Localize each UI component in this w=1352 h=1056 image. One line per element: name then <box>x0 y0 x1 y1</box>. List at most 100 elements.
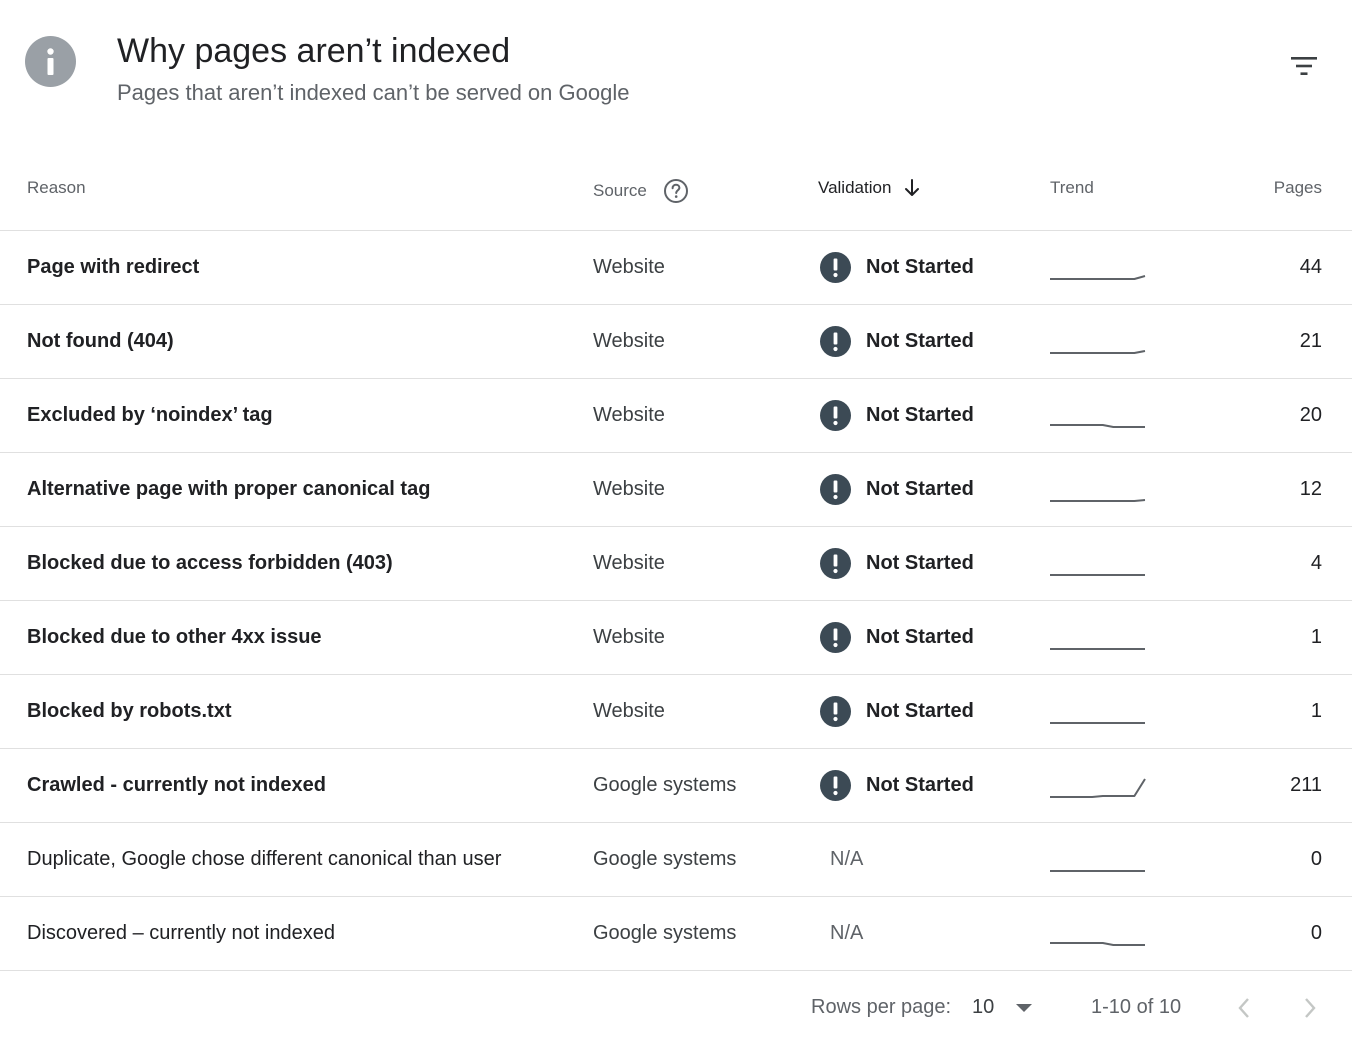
table-row[interactable]: Blocked by robots.txt Website Not Started 1 <box>0 675 1352 749</box>
source-cell: Website <box>593 700 665 722</box>
trend-cell <box>1049 453 1146 526</box>
exclamation-icon <box>820 400 851 431</box>
help-circle-icon[interactable] <box>663 178 689 204</box>
validation-cell: Not Started <box>820 675 974 748</box>
validation-status: Not Started <box>866 478 974 500</box>
source-cell: Google systems <box>593 922 737 944</box>
filter-icon <box>1291 57 1317 75</box>
next-page-button[interactable] <box>1292 990 1328 1026</box>
pagination-range: 1-10 of 10 <box>1091 996 1182 1018</box>
validation-cell: Not Started <box>820 527 974 600</box>
reason-cell: Blocked due to access forbidden (403) <box>27 552 393 574</box>
pages-count: 21 <box>1299 330 1322 352</box>
validation-cell: Not Started <box>820 379 974 452</box>
trend-sparkline <box>1050 869 1145 872</box>
validation-status: Not Started <box>866 774 974 796</box>
validation-cell: Not Started <box>820 231 974 304</box>
exclamation-icon <box>820 474 851 505</box>
source-cell: Website <box>593 626 665 648</box>
exclamation-icon <box>820 622 851 653</box>
pages-count: 0 <box>1310 848 1322 870</box>
exclamation-icon <box>820 326 851 357</box>
validation-cell: Not Started <box>820 601 974 674</box>
rows-per-page-select[interactable]: 10 <box>972 996 1034 1019</box>
validation-status: N/A <box>830 922 864 944</box>
reason-cell: Page with redirect <box>27 256 200 278</box>
validation-status: Not Started <box>866 330 974 352</box>
column-header-reason[interactable]: Reason <box>27 178 86 198</box>
trend-sparkline <box>1050 647 1145 650</box>
table-row[interactable]: Not found (404) Website Not Started 21 <box>0 305 1352 379</box>
rows-per-page-value: 10 <box>972 996 995 1018</box>
rows-per-page-label: Rows per page: <box>811 996 952 1018</box>
trend-cell <box>1049 601 1146 674</box>
column-header-source[interactable]: Source <box>593 178 689 204</box>
exclamation-icon <box>820 548 851 579</box>
reason-cell: Alternative page with proper canonical t… <box>27 478 431 500</box>
pages-count: 20 <box>1299 404 1322 426</box>
page-subtitle: Pages that aren’t indexed can’t be serve… <box>117 80 630 105</box>
validation-status: Not Started <box>866 700 974 722</box>
reason-cell: Duplicate, Google chose different canoni… <box>27 848 502 870</box>
validation-status: Not Started <box>866 552 974 574</box>
table-row[interactable]: Duplicate, Google chose different canoni… <box>0 823 1352 897</box>
table-row[interactable]: Blocked due to other 4xx issue Website Not… <box>0 601 1352 675</box>
reason-cell: Blocked by robots.txt <box>27 700 232 722</box>
trend-cell <box>1049 675 1146 748</box>
validation-cell: N/A <box>820 897 863 970</box>
trend-cell <box>1049 527 1146 600</box>
table-pagination: Rows per page: 10 1-10 of 10 <box>0 976 1352 1036</box>
table-row[interactable]: Page with redirect Website Not Started 44 <box>0 231 1352 305</box>
chevron-right-icon <box>1305 998 1316 1018</box>
table-row[interactable]: Crawled - currently not indexed Google sy… <box>0 749 1352 823</box>
source-cell: Google systems <box>593 774 737 796</box>
filter-button[interactable] <box>1284 46 1324 86</box>
exclamation-icon <box>820 252 851 283</box>
trend-sparkline <box>1050 721 1145 724</box>
reason-cell: Excluded by ‘noindex’ tag <box>27 404 273 426</box>
trend-cell <box>1049 823 1146 896</box>
validation-cell: Not Started <box>820 749 974 822</box>
pages-count: 0 <box>1310 922 1322 944</box>
source-cell: Website <box>593 256 665 278</box>
column-header-pages[interactable]: Pages <box>1274 178 1322 198</box>
table-row[interactable]: Discovered – currently not indexed Google… <box>0 897 1352 971</box>
trend-cell <box>1049 305 1146 378</box>
source-cell: Website <box>593 552 665 574</box>
exclamation-icon <box>820 696 851 727</box>
trend-sparkline <box>1050 573 1145 576</box>
source-cell: Google systems <box>593 848 737 870</box>
chevron-left-icon <box>1238 998 1249 1018</box>
page-header: Why pages aren’t indexed Pages that aren… <box>0 0 1352 140</box>
table-row[interactable]: Excluded by ‘noindex’ tag Website Not Star… <box>0 379 1352 453</box>
reason-cell: Crawled - currently not indexed <box>27 774 326 796</box>
validation-status: N/A <box>830 848 864 870</box>
page-title: Why pages aren’t indexed <box>117 32 511 70</box>
column-header-trend: Trend <box>1050 178 1094 197</box>
source-cell: Website <box>593 404 665 426</box>
table-row[interactable]: Alternative page with proper canonical t… <box>0 453 1352 527</box>
reason-cell: Not found (404) <box>27 330 174 352</box>
reason-cell: Discovered – currently not indexed <box>27 922 335 944</box>
validation-status: Not Started <box>866 404 974 426</box>
pages-count: 4 <box>1310 552 1322 574</box>
reasons-table: Reason Source Validation Trend Pages Pag… <box>0 150 1352 971</box>
caret-down-icon <box>1016 1003 1033 1012</box>
previous-page-button[interactable] <box>1226 990 1262 1026</box>
pages-count: 1 <box>1310 700 1322 722</box>
table-row[interactable]: Blocked due to access forbidden (403) Web… <box>0 527 1352 601</box>
info-icon <box>25 36 76 87</box>
validation-cell: N/A <box>820 823 863 896</box>
trend-sparkline <box>1050 423 1145 428</box>
arrow-down-icon <box>905 179 920 196</box>
validation-cell: Not Started <box>820 305 974 378</box>
reason-cell: Blocked due to other 4xx issue <box>27 626 322 648</box>
exclamation-icon <box>820 770 851 801</box>
validation-cell: Not Started <box>820 453 974 526</box>
pages-count: 12 <box>1299 478 1322 500</box>
pages-count: 1 <box>1310 626 1322 648</box>
table-header: Reason Source Validation Trend Pages <box>0 150 1352 231</box>
column-header-validation[interactable]: Validation <box>818 178 921 198</box>
trend-sparkline <box>1050 349 1146 354</box>
trend-cell <box>1049 749 1146 822</box>
